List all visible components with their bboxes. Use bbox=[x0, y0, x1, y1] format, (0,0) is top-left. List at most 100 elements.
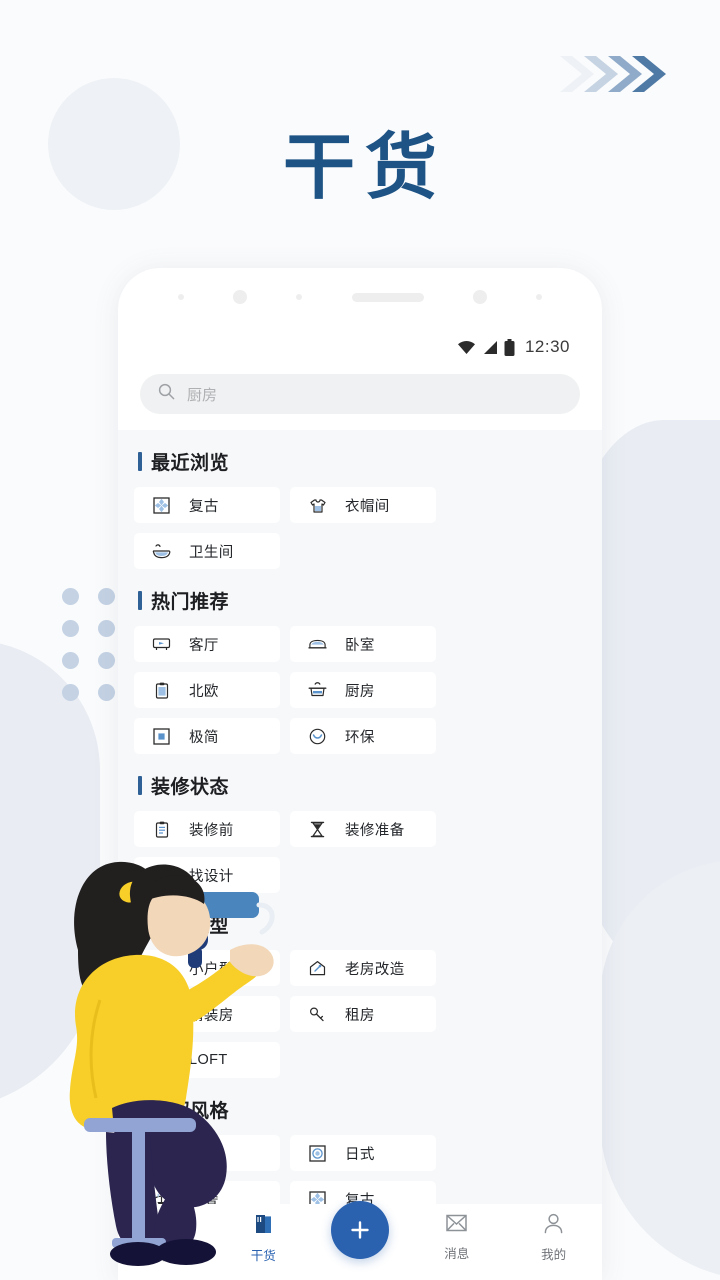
plus-icon bbox=[351, 1221, 369, 1239]
chip-label: 装修准备 bbox=[345, 822, 405, 839]
bathtub-icon bbox=[152, 542, 171, 561]
chip-label: 卧室 bbox=[345, 637, 375, 654]
phone-notch bbox=[118, 268, 602, 326]
chip-group-housetype: 小户型 老房改造 精装房 租房 LOFT bbox=[134, 950, 586, 1078]
sensor-dot bbox=[296, 294, 303, 300]
tab-home[interactable]: 首页 bbox=[118, 1213, 215, 1264]
small-house-icon bbox=[152, 959, 171, 978]
section-accent-bar bbox=[138, 776, 142, 795]
chip-label: 租房 bbox=[345, 1007, 375, 1024]
bed-icon bbox=[308, 635, 327, 654]
chip-label: 现代 bbox=[189, 1146, 219, 1163]
chip-before-renovation[interactable]: 装修前 bbox=[134, 811, 280, 847]
chip-bathroom[interactable]: 卫生间 bbox=[134, 533, 280, 569]
camera-dot bbox=[233, 290, 248, 304]
chip-bedroom[interactable]: 卧室 bbox=[290, 626, 436, 662]
book-icon bbox=[252, 1213, 275, 1240]
chip-rental[interactable]: 租房 bbox=[290, 996, 436, 1032]
wifi-icon bbox=[457, 340, 476, 355]
chip-renovation-prep[interactable]: 装修准备 bbox=[290, 811, 436, 847]
chip-label: 找设计 bbox=[189, 868, 234, 885]
camera-dot bbox=[472, 290, 487, 304]
section-title: 装修状态 bbox=[151, 777, 230, 798]
grid-pattern-icon bbox=[152, 496, 171, 515]
earpiece-speaker bbox=[351, 292, 424, 302]
chip-label: 装修前 bbox=[189, 822, 234, 839]
chip-eco[interactable]: 环保 bbox=[290, 718, 436, 754]
section-header-housetype: 房屋类型 bbox=[134, 893, 586, 950]
sensor-dot bbox=[535, 294, 542, 300]
clipboard-icon bbox=[152, 681, 171, 700]
paintbrush-icon bbox=[152, 1005, 171, 1024]
section-title: 了解风格 bbox=[151, 1101, 230, 1122]
compass-tools-icon bbox=[152, 866, 171, 885]
chip-finished-house[interactable]: 精装房 bbox=[134, 996, 280, 1032]
chip-group-recent: 复古 衣帽间 卫生间 bbox=[134, 487, 586, 569]
tab-label: 干货 bbox=[250, 1249, 276, 1263]
section-accent-bar bbox=[138, 452, 142, 471]
chip-label: 极简 bbox=[189, 729, 219, 746]
house-renovate-icon bbox=[308, 959, 327, 978]
envelope-icon bbox=[445, 1213, 468, 1238]
cellular-signal-icon bbox=[482, 340, 498, 355]
section-header-status: 装修状态 bbox=[134, 754, 586, 811]
chip-modern[interactable]: 现代 bbox=[134, 1135, 280, 1171]
tab-ganhuo[interactable]: 干货 bbox=[215, 1213, 312, 1264]
chip-cloakroom[interactable]: 衣帽间 bbox=[290, 487, 436, 523]
tab-messages[interactable]: 消息 bbox=[408, 1213, 505, 1262]
chip-label: 衣帽间 bbox=[345, 498, 390, 515]
search-placeholder: 厨房 bbox=[187, 386, 218, 404]
search-input[interactable]: 厨房 bbox=[140, 374, 580, 414]
status-bar-clock: 12:30 bbox=[524, 337, 570, 356]
loft-house-icon bbox=[152, 1051, 171, 1070]
person-icon bbox=[542, 1213, 565, 1239]
chip-label: 日式 bbox=[345, 1146, 375, 1163]
add-button[interactable] bbox=[330, 1201, 389, 1259]
chip-label: 客厅 bbox=[189, 637, 219, 654]
page-title: 干货 bbox=[282, 128, 447, 208]
section-title: 最近浏览 bbox=[151, 453, 230, 474]
clipboard-list-icon bbox=[152, 820, 171, 839]
square-frame-icon bbox=[152, 727, 171, 746]
hourglass-icon bbox=[308, 820, 327, 839]
chip-retro[interactable]: 复古 bbox=[134, 487, 280, 523]
chip-label: 环保 bbox=[345, 729, 375, 746]
chip-find-designer[interactable]: 找设计 bbox=[134, 857, 280, 893]
status-bar: 12:30 bbox=[118, 326, 602, 368]
tab-label: 我的 bbox=[541, 1248, 567, 1262]
modern-icon bbox=[152, 1144, 171, 1163]
chip-label: 北欧 bbox=[189, 683, 219, 700]
chip-nordic[interactable]: 北欧 bbox=[134, 672, 280, 708]
section-accent-bar bbox=[138, 915, 142, 934]
chevron-arrows-decoration bbox=[558, 52, 678, 96]
tab-label: 首页 bbox=[153, 1249, 179, 1263]
chip-label: 老房改造 bbox=[345, 961, 405, 978]
leaf-circle-icon bbox=[308, 727, 327, 746]
battery-icon bbox=[504, 338, 515, 356]
pot-icon bbox=[308, 681, 327, 700]
category-list: 最近浏览 复古 衣帽间 卫生间 热门推荐 客厅 卧室 北欧 厨房 极简 环保 装… bbox=[118, 430, 602, 1280]
home-icon bbox=[155, 1213, 178, 1240]
phone-mockup: 12:30 厨房 最近浏览 复古 衣帽间 卫生间 热门推荐 客厅 卧室 北欧 厨… bbox=[118, 268, 602, 1280]
sofa-icon bbox=[152, 635, 171, 654]
section-header-recent: 最近浏览 bbox=[134, 430, 586, 487]
chip-group-status: 装修前 装修准备 找设计 bbox=[134, 811, 586, 893]
section-title: 热门推荐 bbox=[151, 592, 230, 613]
chip-label: 卫生间 bbox=[189, 544, 234, 561]
search-icon bbox=[158, 383, 175, 405]
chip-minimalist[interactable]: 极简 bbox=[134, 718, 280, 754]
chip-kitchen[interactable]: 厨房 bbox=[290, 672, 436, 708]
chip-label: 复古 bbox=[189, 498, 219, 515]
tab-label: 消息 bbox=[444, 1247, 470, 1261]
chip-small-apartment[interactable]: 小户型 bbox=[134, 950, 280, 986]
chip-japanese[interactable]: 日式 bbox=[290, 1135, 436, 1171]
tab-profile[interactable]: 我的 bbox=[505, 1213, 602, 1263]
chip-loft[interactable]: LOFT bbox=[134, 1042, 280, 1078]
bottom-tab-bar: 首页 干货 消息 我的 bbox=[118, 1201, 602, 1280]
section-accent-bar bbox=[138, 1100, 142, 1119]
section-header-style: 了解风格 bbox=[134, 1078, 586, 1135]
chip-old-house-renovation[interactable]: 老房改造 bbox=[290, 950, 436, 986]
chip-living-room[interactable]: 客厅 bbox=[134, 626, 280, 662]
key-icon bbox=[308, 1005, 327, 1024]
chip-label: 小户型 bbox=[189, 961, 234, 978]
